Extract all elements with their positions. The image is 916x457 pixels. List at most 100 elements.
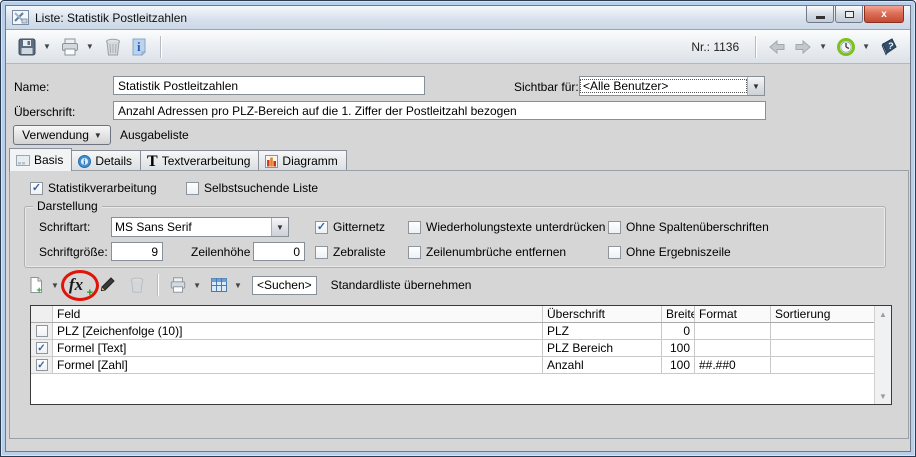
tab-diagramm[interactable]: Diagramm bbox=[259, 150, 347, 171]
scroll-up-icon[interactable]: ▲ bbox=[875, 306, 891, 322]
checkbox-checked-icon: ✓ bbox=[30, 181, 43, 195]
header-ueberschrift[interactable]: Überschrift bbox=[543, 306, 662, 322]
header-feld[interactable]: Feld bbox=[53, 306, 543, 322]
back-arrow-icon bbox=[769, 39, 785, 54]
ueberschrift-input[interactable] bbox=[113, 101, 766, 120]
print-list-button[interactable] bbox=[166, 273, 190, 297]
suchen-field[interactable]: <Suchen> bbox=[251, 275, 317, 295]
recent-button[interactable] bbox=[833, 34, 859, 60]
main-toolbar: ▼ ▼ i Nr.: 1136 ▼ ▼ ? bbox=[6, 30, 910, 64]
combo-dropdown-arrow[interactable]: ▼ bbox=[271, 218, 288, 236]
window-frame: Liste: Statistik Postleitzahlen x ▼ ▼ i … bbox=[0, 0, 916, 457]
row-checkbox-checked[interactable]: ✓ bbox=[35, 342, 48, 354]
print-list-dropdown-arrow[interactable]: ▼ bbox=[193, 281, 201, 290]
wiederholungstexte-checkbox[interactable]: Wiederholungstexte unterdrücken bbox=[408, 220, 605, 234]
tab-basis[interactable]: Basis bbox=[9, 148, 73, 171]
header-checkbox-column bbox=[31, 306, 53, 322]
schriftgroesse-input[interactable] bbox=[111, 242, 163, 261]
table-scrollbar[interactable]: ▲ ▼ bbox=[874, 306, 891, 404]
add-field-dropdown-arrow[interactable]: ▼ bbox=[51, 281, 59, 290]
sichtbar-fuer-select[interactable]: <Alle Benutzer> ▼ bbox=[579, 76, 765, 96]
add-formula-button[interactable]: fx + bbox=[60, 270, 99, 301]
cell-format[interactable] bbox=[695, 323, 771, 339]
ohne-ergebniszeile-checkbox[interactable]: Ohne Ergebniszeile bbox=[608, 245, 731, 259]
cell-feld[interactable]: Formel [Zahl] bbox=[53, 357, 543, 373]
back-button[interactable] bbox=[764, 34, 790, 60]
cell-feld[interactable]: PLZ [Zeichenfolge (10)] bbox=[53, 323, 543, 339]
bar-chart-icon bbox=[265, 154, 279, 168]
save-icon bbox=[18, 38, 36, 55]
save-button[interactable] bbox=[14, 34, 40, 60]
delete-field-button[interactable] bbox=[125, 273, 149, 297]
table-view-dropdown-arrow[interactable]: ▼ bbox=[234, 281, 242, 290]
cell-ueberschrift[interactable]: Anzahl bbox=[543, 357, 662, 373]
cell-sortierung[interactable] bbox=[771, 323, 874, 339]
maximize-button[interactable] bbox=[835, 6, 863, 23]
wiederholungstexte-label: Wiederholungstexte unterdrücken bbox=[426, 220, 606, 234]
statistikverarbeitung-label: Statistikverarbeitung bbox=[48, 181, 157, 195]
ohne-spaltenueberschriften-checkbox[interactable]: Ohne Spaltenüberschriften bbox=[608, 220, 769, 234]
tab-bar: Basis i Details T Textverarbeitung Diagr… bbox=[9, 148, 347, 171]
ohne-ergebniszeile-label: Ohne Ergebniszeile bbox=[626, 245, 731, 259]
table-row[interactable]: ✓ Formel [Text] PLZ Bereich 100 bbox=[31, 340, 874, 357]
close-button[interactable]: x bbox=[864, 6, 904, 23]
minimize-button[interactable] bbox=[806, 6, 834, 23]
add-field-button[interactable]: + bbox=[24, 273, 48, 297]
zebraliste-checkbox[interactable]: Zebraliste bbox=[315, 245, 386, 259]
recent-dropdown-arrow[interactable]: ▼ bbox=[862, 42, 870, 51]
tab-details-label: Details bbox=[95, 154, 133, 168]
print-button[interactable] bbox=[57, 34, 83, 60]
scroll-down-icon[interactable]: ▼ bbox=[875, 388, 891, 404]
cell-feld[interactable]: Formel [Text] bbox=[53, 340, 543, 356]
cell-sortierung[interactable] bbox=[771, 340, 874, 356]
header-sortierung[interactable]: Sortierung bbox=[771, 306, 874, 322]
table-view-button[interactable] bbox=[207, 273, 231, 297]
name-input[interactable] bbox=[113, 76, 425, 95]
schriftart-select[interactable]: MS Sans Serif ▼ bbox=[111, 217, 289, 237]
zeilenhoehe-input[interactable] bbox=[253, 242, 305, 261]
forward-button[interactable] bbox=[790, 34, 816, 60]
header-format[interactable]: Format bbox=[695, 306, 771, 322]
selbstsuchende-liste-checkbox[interactable]: Selbstsuchende Liste bbox=[186, 181, 318, 195]
row-checkbox-unchecked[interactable] bbox=[35, 325, 48, 337]
standardliste-uebernehmen-button[interactable]: Standardliste übernehmen bbox=[331, 278, 472, 292]
fields-table: Feld Überschrift Breite Format Sortierun… bbox=[30, 305, 892, 405]
window-title: Liste: Statistik Postleitzahlen bbox=[35, 10, 188, 25]
client-area: Name: Sichtbar für: <Alle Benutzer> ▼ Üb… bbox=[6, 64, 910, 450]
zeilenumbrueche-checkbox[interactable]: Zeilenumbrüche entfernen bbox=[408, 245, 566, 259]
header-breite[interactable]: Breite bbox=[662, 306, 695, 322]
cell-format[interactable]: ##.##0 bbox=[695, 357, 771, 373]
ueberschrift-label: Überschrift: bbox=[14, 105, 76, 119]
table-row[interactable]: ✓ Formel [Zahl] Anzahl 100 ##.##0 bbox=[31, 357, 874, 374]
help-button[interactable]: ? bbox=[876, 34, 902, 60]
trash-icon bbox=[105, 38, 120, 55]
verwendung-button[interactable]: Verwendung ▼ bbox=[13, 125, 111, 145]
table-row[interactable]: PLZ [Zeichenfolge (10)] PLZ 0 bbox=[31, 323, 874, 340]
save-dropdown-arrow[interactable]: ▼ bbox=[43, 42, 51, 51]
delete-button[interactable] bbox=[100, 34, 126, 60]
tab-diagramm-label: Diagramm bbox=[282, 154, 338, 168]
svg-text:+: + bbox=[37, 285, 42, 294]
tab-textverarbeitung[interactable]: T Textverarbeitung bbox=[141, 150, 260, 171]
edit-field-button[interactable] bbox=[95, 273, 119, 297]
print-dropdown-arrow[interactable]: ▼ bbox=[86, 42, 94, 51]
cell-breite[interactable]: 100 bbox=[662, 340, 695, 356]
history-dropdown-arrow[interactable]: ▼ bbox=[819, 42, 827, 51]
gitternetz-checkbox[interactable]: ✓ Gitternetz bbox=[315, 220, 385, 234]
cell-sortierung[interactable] bbox=[771, 357, 874, 373]
schriftart-value: MS Sans Serif bbox=[115, 220, 192, 234]
cell-format[interactable] bbox=[695, 340, 771, 356]
combo-dropdown-arrow[interactable]: ▼ bbox=[747, 77, 764, 95]
ohne-spaltenueberschriften-label: Ohne Spaltenüberschriften bbox=[626, 220, 769, 234]
close-icon: x bbox=[881, 8, 887, 20]
row-checkbox-checked[interactable]: ✓ bbox=[35, 359, 48, 371]
cell-breite[interactable]: 0 bbox=[662, 323, 695, 339]
cell-breite[interactable]: 100 bbox=[662, 357, 695, 373]
cell-ueberschrift[interactable]: PLZ bbox=[543, 323, 662, 339]
titlebar: Liste: Statistik Postleitzahlen x bbox=[6, 6, 910, 30]
tab-details[interactable]: i Details bbox=[72, 150, 142, 171]
statistikverarbeitung-checkbox[interactable]: ✓ Statistikverarbeitung bbox=[30, 181, 157, 195]
zeilenumbrueche-label: Zeilenumbrüche entfernen bbox=[426, 245, 567, 259]
info-button[interactable]: i bbox=[126, 34, 152, 60]
cell-ueberschrift[interactable]: PLZ Bereich bbox=[543, 340, 662, 356]
